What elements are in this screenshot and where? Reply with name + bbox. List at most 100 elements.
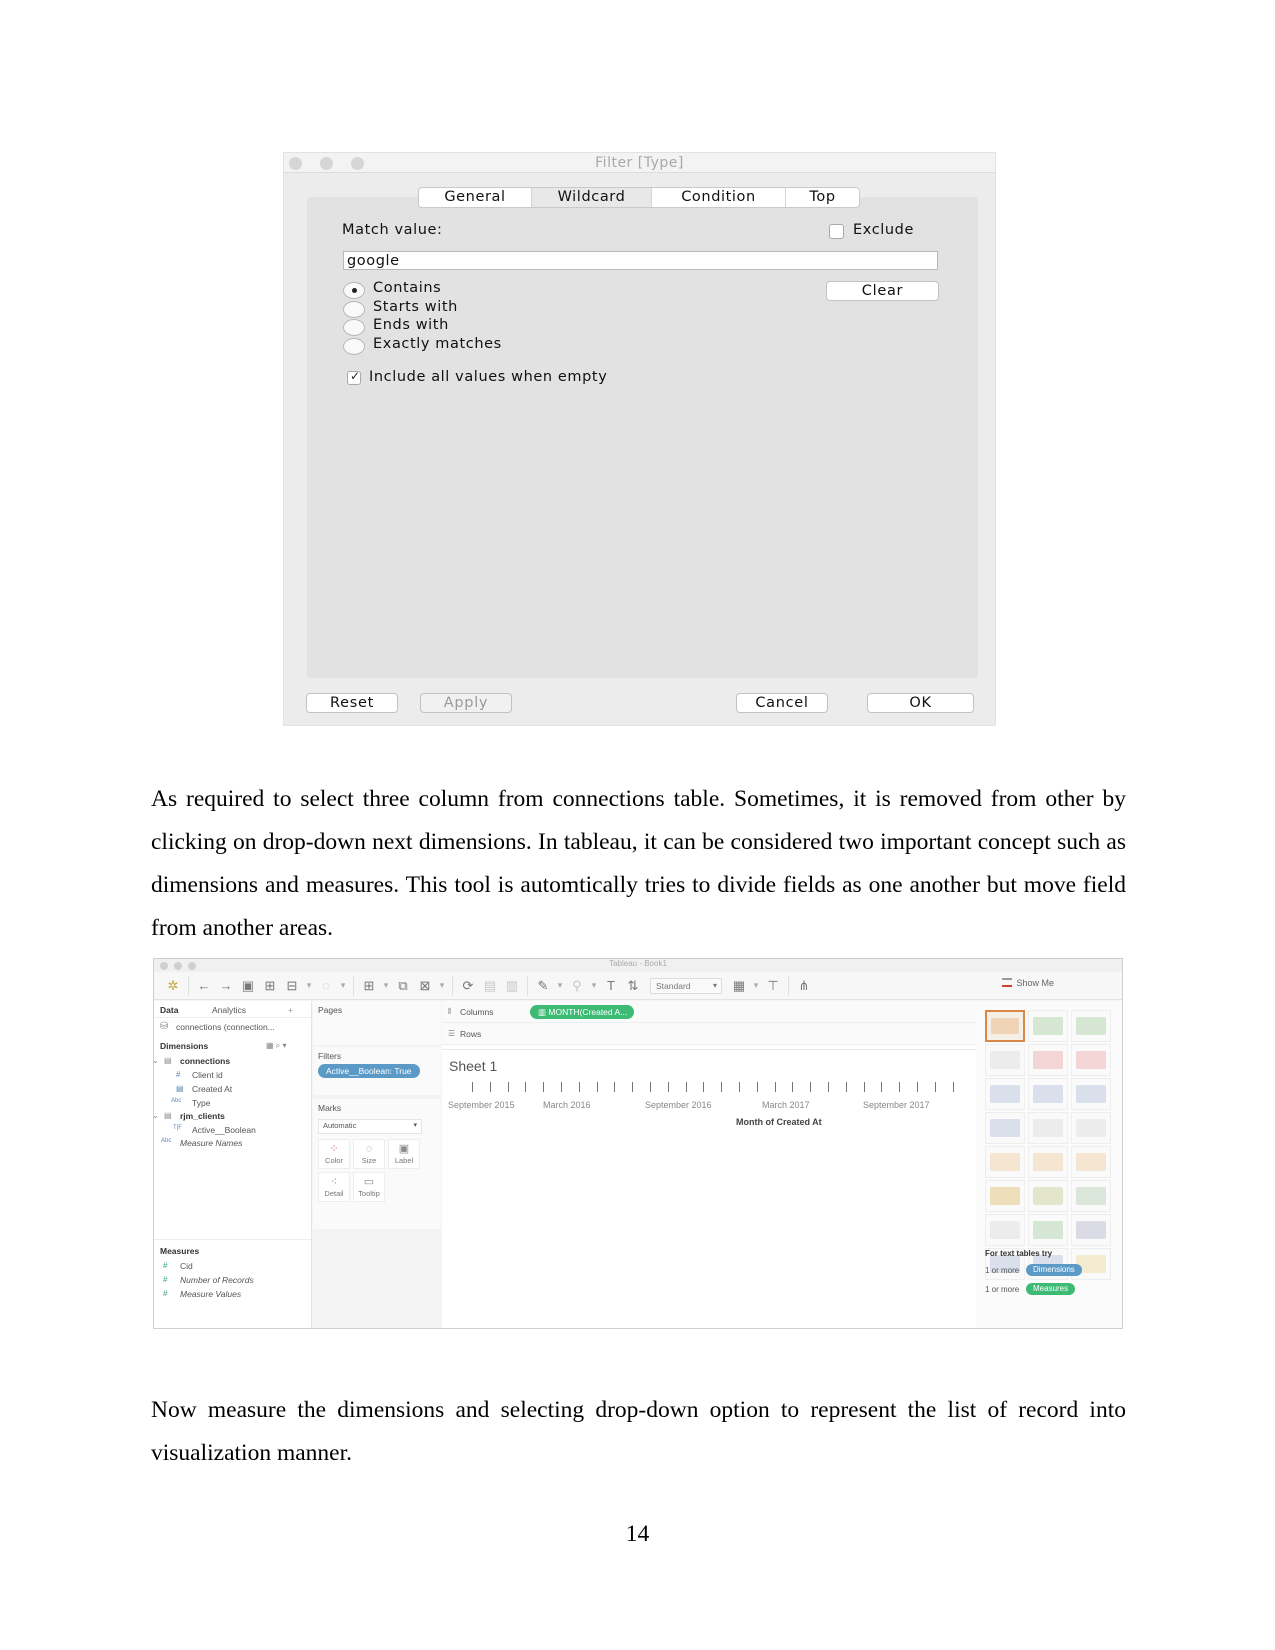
share-icon[interactable]: ⋔	[793, 978, 815, 994]
sheet-view[interactable]: Sheet 1 September 2015 March 2016 Septem…	[442, 1049, 976, 1328]
marks-detail-button[interactable]: ⁖ Detail	[318, 1172, 350, 1202]
radio-starts-with[interactable]	[343, 301, 365, 318]
show-me-chart-option[interactable]	[1028, 1146, 1068, 1178]
reset-button[interactable]: Reset	[306, 693, 398, 713]
fit-select[interactable]: Standard	[650, 977, 722, 994]
show-me-chart-option[interactable]	[985, 1146, 1025, 1178]
show-me-chart-option[interactable]	[1071, 1112, 1111, 1144]
clear-sheet-icon[interactable]: ⊠	[414, 978, 436, 994]
tableau-logo-icon[interactable]: ✲	[162, 978, 184, 994]
chevron-down-icon[interactable]: ⌄	[154, 1056, 159, 1065]
table-icon: ▤	[164, 1111, 172, 1120]
show-me-chart-option[interactable]	[1028, 1180, 1068, 1212]
show-me-chart-option[interactable]	[1071, 1078, 1111, 1110]
tab-data[interactable]: Data	[160, 1005, 178, 1015]
marks-tooltip-button[interactable]: ▭ Tooltip	[353, 1172, 385, 1202]
new-datasource-icon[interactable]: ⊞	[259, 978, 281, 994]
marks-label-button[interactable]: ▣ Label	[388, 1139, 420, 1169]
dropdown-icon[interactable]: ▾	[750, 980, 762, 991]
show-me-chart-option[interactable]	[985, 1214, 1025, 1246]
exclude-checkbox[interactable]	[829, 224, 844, 239]
datasource-name[interactable]: connections (connection...	[176, 1022, 275, 1032]
filter-pill-active-boolean[interactable]: Active__Boolean: True	[318, 1064, 420, 1078]
show-me-chart-option[interactable]	[1028, 1010, 1068, 1042]
show-me-hint-title: For text tables try	[985, 1249, 1053, 1258]
include-all-checkbox[interactable]: ✓	[347, 369, 361, 385]
add-tab-icon[interactable]: +	[288, 1005, 293, 1015]
table-connections[interactable]: connections	[180, 1056, 230, 1066]
dropdown-icon[interactable]: ▾	[380, 980, 392, 991]
dropdown-icon[interactable]: ▾	[554, 980, 566, 991]
labels-icon[interactable]: T	[600, 978, 622, 993]
radio-ends-with[interactable]	[343, 319, 365, 336]
show-me-chart-option[interactable]	[985, 1044, 1025, 1076]
dropdown-icon[interactable]: ▾	[303, 980, 315, 991]
group-icon[interactable]: ⚲	[566, 978, 588, 994]
show-me-chart-option[interactable]	[985, 1010, 1025, 1042]
duplicate-sheet-icon[interactable]: ⧉	[392, 978, 414, 994]
tab-top[interactable]: Top	[786, 188, 859, 207]
cancel-button[interactable]: Cancel	[736, 693, 828, 713]
refresh-icon[interactable]: ◌	[315, 978, 337, 993]
show-me-chart-option[interactable]	[1028, 1078, 1068, 1110]
fix-axes-icon[interactable]: ⇅	[622, 978, 644, 994]
dropdown-icon[interactable]: ▾	[588, 980, 600, 991]
match-value-input[interactable]	[343, 251, 938, 270]
tab-analytics[interactable]: Analytics	[212, 1005, 246, 1015]
show-me-chart-option[interactable]	[1028, 1112, 1068, 1144]
filters-shelf[interactable]: Filters Active__Boolean: True	[313, 1047, 441, 1095]
detail-icon: ⁖	[330, 1176, 338, 1188]
field-created-at[interactable]: Created At	[192, 1084, 232, 1094]
show-me-chart-option[interactable]	[1071, 1180, 1111, 1212]
show-me-chart-option[interactable]	[985, 1112, 1025, 1144]
field-number-of-records[interactable]: Number of Records	[180, 1275, 254, 1285]
show-me-chart-option[interactable]	[1071, 1146, 1111, 1178]
show-me-chart-option[interactable]	[1071, 1214, 1111, 1246]
sort-asc-icon[interactable]: ▤	[479, 978, 501, 994]
field-client-id[interactable]: Client id	[192, 1070, 223, 1080]
save-icon[interactable]: ▣	[237, 978, 259, 994]
include-all-label: Include all values when empty	[369, 369, 608, 385]
ok-button[interactable]: OK	[867, 693, 974, 713]
view-toggle-icon[interactable]: ▦ ⌕ ▾	[266, 1041, 287, 1051]
swap-icon[interactable]: ⟳	[457, 978, 479, 994]
show-me-button[interactable]: Show Me	[1002, 978, 1054, 988]
table-rjm-clients[interactable]: rjm_clients	[180, 1111, 225, 1121]
pages-shelf[interactable]: Pages	[313, 1001, 441, 1045]
redo-icon[interactable]: →	[215, 978, 237, 993]
field-measure-values[interactable]: Measure Values	[180, 1289, 241, 1299]
mark-type-select[interactable]: Automatic ▾	[318, 1119, 422, 1134]
presentation-icon[interactable]: ⊤	[762, 978, 784, 994]
apply-button[interactable]: Apply	[420, 693, 512, 713]
field-active-boolean[interactable]: Active__Boolean	[192, 1125, 256, 1135]
new-worksheet-icon[interactable]: ⊞	[358, 978, 380, 994]
marks-color-button[interactable]: ⁘ Color	[318, 1139, 350, 1169]
highlight-icon[interactable]: ✎	[532, 978, 554, 994]
radio-exactly-matches[interactable]	[343, 338, 365, 355]
radio-contains[interactable]	[343, 282, 365, 299]
tab-condition[interactable]: Condition	[652, 188, 786, 207]
dropdown-icon[interactable]: ▾	[436, 980, 448, 991]
chevron-down-icon[interactable]: ⌄	[154, 1111, 159, 1120]
columns-shelf[interactable]: ⫴ Columns ▥ MONTH(Created A...	[442, 1001, 976, 1023]
undo-icon[interactable]: ←	[193, 978, 215, 993]
tab-general[interactable]: General	[419, 188, 532, 207]
field-type[interactable]: Type	[192, 1098, 210, 1108]
clear-button[interactable]: Clear	[826, 281, 939, 301]
card-icon[interactable]: ▦	[728, 978, 750, 994]
sort-desc-icon[interactable]: ▥	[501, 978, 523, 994]
marks-size-button[interactable]: ◌ Size	[353, 1139, 385, 1169]
field-cid[interactable]: Cid	[180, 1261, 193, 1271]
columns-pill-month-created-at[interactable]: ▥ MONTH(Created A...	[530, 1005, 634, 1019]
show-me-chart-option[interactable]	[1028, 1214, 1068, 1246]
show-me-chart-option[interactable]	[985, 1180, 1025, 1212]
show-me-chart-option[interactable]	[1028, 1044, 1068, 1076]
pause-updates-icon[interactable]: ⊟	[281, 978, 303, 994]
show-me-chart-option[interactable]	[1071, 1044, 1111, 1076]
tab-wildcard[interactable]: Wildcard	[532, 188, 652, 207]
field-measure-names[interactable]: Measure Names	[180, 1138, 242, 1148]
rows-shelf[interactable]: ☰ Rows	[442, 1023, 976, 1045]
dropdown-icon[interactable]: ▾	[337, 980, 349, 991]
show-me-chart-option[interactable]	[985, 1078, 1025, 1110]
show-me-chart-option[interactable]	[1071, 1010, 1111, 1042]
